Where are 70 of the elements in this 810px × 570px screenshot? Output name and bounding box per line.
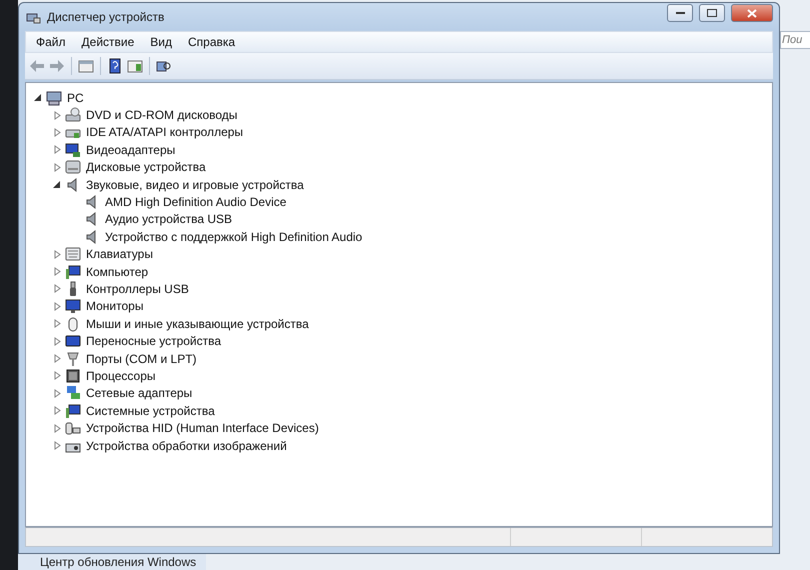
computer-icon (65, 264, 81, 280)
help-icon (107, 58, 123, 74)
tree-item[interactable]: Процессоры (86, 368, 156, 383)
collapsed-arrow-icon[interactable] (53, 128, 62, 137)
tree-item[interactable]: Порты (COM и LPT) (86, 352, 197, 366)
computer-icon (46, 90, 62, 106)
taskbar-item[interactable]: Центр обновления Windows (18, 554, 206, 570)
collapsed-arrow-icon[interactable] (53, 162, 62, 172)
collapsed-arrow-icon[interactable] (53, 371, 62, 380)
collapsed-arrow-icon[interactable] (53, 424, 62, 433)
tree-item[interactable]: Клавиатуры (86, 247, 153, 262)
back-arrow-icon (29, 58, 45, 74)
processor-icon (65, 368, 81, 384)
tree-item[interactable]: Видеоадаптеры (86, 142, 176, 157)
tree-item[interactable]: Системные устройства (86, 404, 215, 418)
port-connector-icon (65, 350, 81, 367)
disc-drive-icon (65, 107, 81, 124)
collapsed-arrow-icon[interactable] (53, 388, 62, 398)
collapsed-arrow-icon[interactable] (53, 145, 62, 154)
window-title: Диспетчер устройств (47, 10, 166, 24)
tree-item[interactable]: Мыши и иные указывающие устройства (86, 316, 309, 331)
forward-arrow-icon (49, 58, 65, 74)
tree-item[interactable]: Устройство с поддержкой High Definition Audio (105, 230, 362, 244)
maximize-button[interactable] (699, 4, 725, 22)
tree-item[interactable]: Контроллеры USB (86, 282, 189, 296)
hid-device-icon (65, 420, 81, 436)
tree-item[interactable]: IDE ATA/ATAPI контроллеры (86, 125, 244, 140)
tree-item[interactable]: Сетевые адаптеры (86, 386, 192, 400)
tree-item[interactable]: Компьютер (86, 264, 148, 279)
tree-item[interactable]: Устройства обработки изображений (86, 438, 287, 452)
tree-item[interactable]: Устройства HID (Human Interface Devices) (86, 421, 319, 436)
maximize-icon (707, 9, 717, 17)
tree-item[interactable]: Дисковые устройства (86, 160, 206, 174)
network-icon (65, 385, 81, 402)
collapsed-arrow-icon[interactable] (53, 250, 62, 259)
console-tree-icon (78, 58, 94, 74)
disk-drive-icon (65, 159, 81, 176)
tree-item[interactable]: Аудио устройства USB (105, 212, 232, 226)
monitor-icon (65, 142, 81, 158)
collapsed-arrow-icon[interactable] (53, 284, 62, 294)
collapsed-arrow-icon[interactable] (53, 110, 62, 120)
collapsed-arrow-icon[interactable] (53, 302, 62, 311)
collapsed-arrow-icon[interactable] (53, 354, 62, 364)
tree-item[interactable]: Переносные устройства (86, 334, 222, 348)
menu-item[interactable]: Файл (28, 35, 74, 49)
menu-item[interactable]: Действие (74, 35, 142, 49)
close-icon (747, 8, 757, 18)
collapsed-arrow-icon[interactable] (53, 267, 62, 276)
tree-item[interactable]: Мониторы (86, 299, 144, 314)
computer-icon (65, 402, 81, 419)
expanded-arrow-icon[interactable] (34, 93, 43, 102)
minimize-icon (676, 11, 684, 15)
tree-item[interactable]: AMD High Definition Audio Device (105, 195, 286, 210)
tree-item[interactable]: PC (67, 90, 84, 105)
portable-device-icon (65, 333, 81, 350)
tree-item[interactable]: DVD и CD-ROM дисководы (86, 108, 238, 122)
collapsed-arrow-icon[interactable] (53, 336, 62, 346)
keyboard-icon (65, 246, 81, 262)
tree-item[interactable]: Звуковые, видео и игровые устройства (86, 178, 304, 192)
menu-item[interactable]: Вид (142, 35, 180, 49)
expanded-arrow-icon[interactable] (53, 180, 62, 190)
monitor-icon (65, 298, 81, 314)
menu-item[interactable]: Справка (180, 35, 244, 49)
minimize-button[interactable] (667, 4, 693, 22)
collapsed-arrow-icon[interactable] (53, 441, 62, 450)
close-button[interactable] (731, 4, 773, 22)
collapsed-arrow-icon[interactable] (53, 319, 62, 328)
search-field[interactable]: Пои (780, 31, 810, 49)
collapsed-arrow-icon[interactable] (53, 406, 62, 416)
pane-icon (127, 58, 143, 74)
